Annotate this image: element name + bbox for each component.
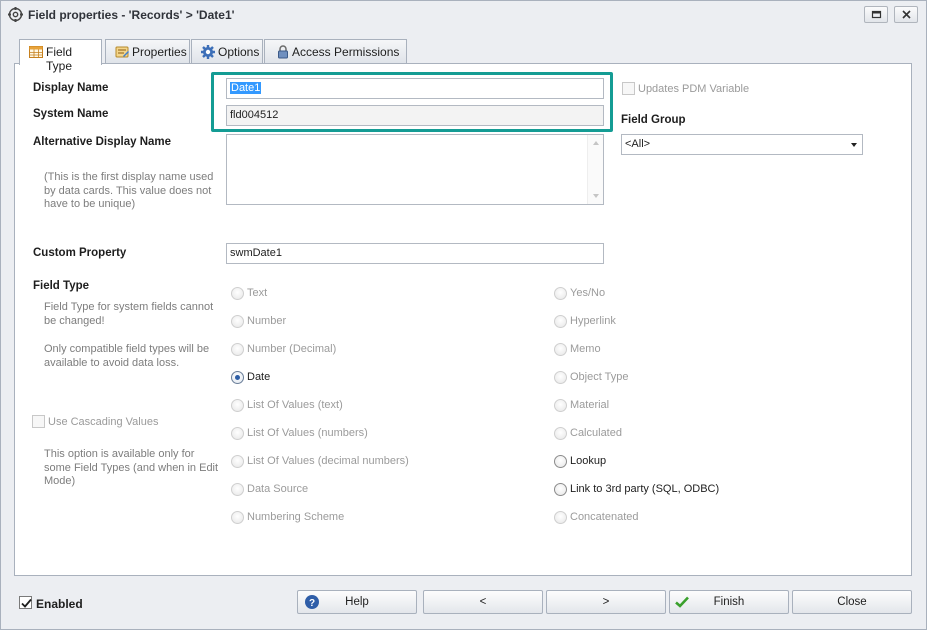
tab-access-permissions-label: Access Permissions bbox=[292, 45, 400, 59]
field-properties-icon bbox=[8, 7, 23, 22]
radio-number[interactable] bbox=[231, 315, 244, 328]
tab-field-type-label: Field Type bbox=[46, 45, 73, 73]
radio-lookup-label: Lookup bbox=[570, 455, 607, 467]
help-button[interactable]: ? Help bbox=[297, 590, 417, 614]
radio-yes-no[interactable] bbox=[554, 287, 567, 300]
radio-link-3rd-party[interactable] bbox=[554, 483, 567, 496]
system-name-input[interactable]: fld004512 bbox=[226, 105, 604, 126]
scroll-down-icon bbox=[593, 194, 599, 198]
alt-display-name-label: Alternative Display Name bbox=[33, 136, 172, 148]
radio-numbering-scheme-label: Numbering Scheme bbox=[247, 511, 345, 523]
properties-icon bbox=[114, 44, 130, 60]
field-type-panel: Display Name System Name Date1 fld004512… bbox=[14, 63, 912, 576]
close-label: Close bbox=[837, 596, 867, 608]
radio-list-of-values-text-label: List Of Values (text) bbox=[247, 399, 343, 411]
tab-properties[interactable]: Properties bbox=[105, 39, 190, 64]
cascading-values-label: Use Cascading Values bbox=[48, 416, 159, 428]
cascading-values-checkbox[interactable] bbox=[32, 415, 45, 428]
radio-number-decimal-label: Number (Decimal) bbox=[247, 343, 337, 355]
radio-numbering-scheme[interactable] bbox=[231, 511, 244, 524]
window-title: Field properties - 'Records' > 'Date1' bbox=[28, 8, 235, 22]
custom-property-input[interactable]: swmDate1 bbox=[226, 243, 604, 264]
title-bar: Field properties - 'Records' > 'Date1' bbox=[1, 1, 926, 29]
radio-memo-label: Memo bbox=[570, 343, 601, 355]
radio-material[interactable] bbox=[554, 399, 567, 412]
radio-concatenated[interactable] bbox=[554, 511, 567, 524]
tab-access-permissions[interactable]: Access Permissions bbox=[264, 39, 407, 64]
restore-button[interactable] bbox=[864, 6, 888, 23]
radio-data-source-label: Data Source bbox=[247, 483, 309, 495]
field-group-value: <All> bbox=[625, 138, 651, 150]
display-name-input[interactable]: Date1 bbox=[226, 78, 604, 99]
radio-memo[interactable] bbox=[554, 343, 567, 356]
radio-material-label: Material bbox=[570, 399, 610, 411]
tab-options-label: Options bbox=[218, 45, 260, 59]
tab-field-type[interactable]: Field Type bbox=[19, 39, 102, 73]
finish-check-icon bbox=[674, 594, 690, 610]
field-group-label: Field Group bbox=[621, 114, 686, 126]
cascading-values-hint: This option is available only for some F… bbox=[44, 448, 219, 487]
back-button[interactable]: < bbox=[423, 590, 543, 614]
field-group-select[interactable]: <All> bbox=[621, 134, 863, 155]
field-type-hint-system: Field Type for system fields cannot be c… bbox=[44, 301, 214, 327]
enabled-checkbox[interactable] bbox=[19, 596, 32, 609]
gear-icon bbox=[200, 44, 216, 60]
system-name-label: System Name bbox=[33, 108, 109, 120]
tab-properties-label: Properties bbox=[132, 45, 187, 59]
updates-pdm-checkbox[interactable] bbox=[622, 82, 635, 95]
radio-hyperlink-label: Hyperlink bbox=[570, 315, 616, 327]
table-icon bbox=[28, 44, 44, 60]
custom-property-value: swmDate1 bbox=[230, 247, 282, 259]
radio-data-source[interactable] bbox=[231, 483, 244, 496]
radio-list-of-values-numbers[interactable] bbox=[231, 427, 244, 440]
radio-number-label: Number bbox=[247, 315, 287, 327]
finish-label: Finish bbox=[713, 596, 745, 608]
svg-text:?: ? bbox=[309, 598, 315, 609]
radio-list-of-values-numbers-label: List Of Values (numbers) bbox=[247, 427, 368, 439]
display-name-value: Date1 bbox=[230, 82, 262, 94]
back-label: < bbox=[479, 596, 487, 608]
finish-button[interactable]: Finish bbox=[669, 590, 789, 614]
system-name-value: fld004512 bbox=[230, 109, 279, 121]
radio-text-label: Text bbox=[247, 287, 268, 299]
updates-pdm-label: Updates PDM Variable bbox=[638, 83, 750, 95]
radio-list-of-values-decimal[interactable] bbox=[231, 455, 244, 468]
radio-object-type-label: Object Type bbox=[570, 371, 629, 383]
field-type-hint-compatible: Only compatible field types will be avai… bbox=[44, 343, 210, 369]
help-label: Help bbox=[345, 596, 369, 608]
alt-display-name-hint: (This is the first display name used by … bbox=[44, 171, 214, 210]
enabled-label: Enabled bbox=[36, 597, 83, 611]
lock-icon bbox=[275, 44, 291, 60]
custom-property-label: Custom Property bbox=[33, 247, 127, 259]
close-window-button[interactable] bbox=[894, 6, 918, 23]
radio-calculated[interactable] bbox=[554, 427, 567, 440]
radio-calculated-label: Calculated bbox=[570, 427, 622, 439]
tab-options[interactable]: Options bbox=[191, 39, 263, 64]
scroll-up-icon bbox=[593, 141, 599, 145]
radio-concatenated-label: Concatenated bbox=[570, 511, 639, 523]
radio-text[interactable] bbox=[231, 287, 244, 300]
alt-display-name-input[interactable] bbox=[226, 134, 604, 205]
radio-hyperlink[interactable] bbox=[554, 315, 567, 328]
radio-number-decimal[interactable] bbox=[231, 343, 244, 356]
alt-display-name-scrollbar[interactable] bbox=[587, 135, 603, 204]
radio-link-3rd-party-label: Link to 3rd party (SQL, ODBC) bbox=[570, 483, 720, 495]
field-type-label: Field Type bbox=[33, 280, 90, 292]
help-icon: ? bbox=[304, 594, 320, 610]
display-name-label: Display Name bbox=[33, 82, 109, 94]
field-properties-window: Field properties - 'Records' > 'Date1' F… bbox=[0, 0, 927, 630]
close-button[interactable]: Close bbox=[792, 590, 912, 614]
radio-lookup[interactable] bbox=[554, 455, 567, 468]
radio-yes-no-label: Yes/No bbox=[570, 287, 606, 299]
radio-object-type[interactable] bbox=[554, 371, 567, 384]
radio-list-of-values-decimal-label: List Of Values (decimal numbers) bbox=[247, 455, 409, 467]
radio-date[interactable] bbox=[231, 371, 244, 384]
radio-date-label: Date bbox=[247, 371, 271, 383]
radio-list-of-values-text[interactable] bbox=[231, 399, 244, 412]
chevron-down-icon bbox=[851, 143, 857, 147]
next-button[interactable]: > bbox=[546, 590, 666, 614]
next-label: > bbox=[602, 596, 610, 608]
